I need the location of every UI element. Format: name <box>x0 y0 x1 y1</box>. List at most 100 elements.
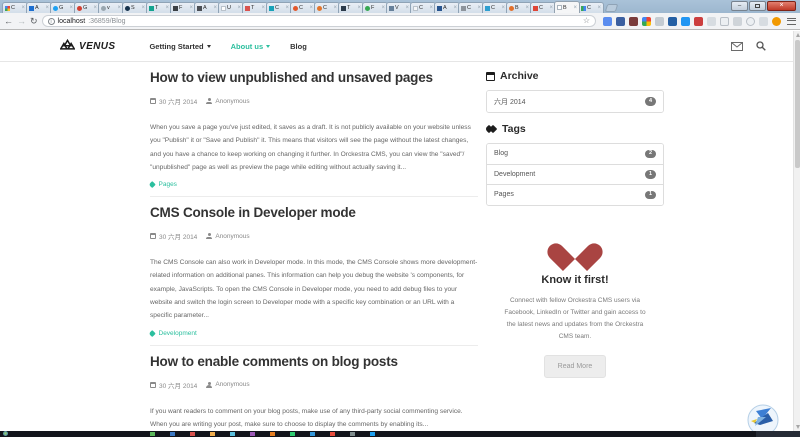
start-button[interactable] <box>3 431 8 436</box>
tag-link[interactable]: Pages <box>159 181 177 188</box>
tab-close-icon[interactable]: × <box>357 5 361 11</box>
browser-tab[interactable]: T× <box>338 2 364 13</box>
browser-tab[interactable]: G× <box>74 2 100 13</box>
browser-tab[interactable]: C× <box>314 2 340 13</box>
scroll-up-icon[interactable] <box>796 33 800 37</box>
archive-item[interactable]: 六月 20144 <box>487 91 663 112</box>
tab-close-icon[interactable]: × <box>117 5 121 11</box>
extension-icon[interactable] <box>707 17 716 26</box>
post-title-link[interactable]: CMS Console in Developer mode <box>150 205 478 220</box>
browser-menu-icon[interactable] <box>787 18 796 25</box>
browser-tab[interactable]: C× <box>410 2 436 13</box>
tab-close-icon[interactable]: × <box>261 5 265 11</box>
close-button[interactable]: × <box>767 1 796 11</box>
new-tab-button[interactable] <box>605 4 619 12</box>
taskbar-app-icon[interactable] <box>310 432 315 436</box>
extension-icon[interactable] <box>694 17 703 26</box>
browser-tab[interactable]: A× <box>194 2 220 13</box>
scroll-down-icon[interactable] <box>796 425 800 429</box>
extension-icon[interactable] <box>642 17 651 26</box>
bookmark-star-icon[interactable]: ☆ <box>583 17 590 25</box>
tab-close-icon[interactable]: × <box>309 5 313 11</box>
taskbar-app-icon[interactable] <box>350 432 355 436</box>
browser-tab[interactable]: S× <box>122 2 148 13</box>
address-bar[interactable]: i localhost :36859/Blog ☆ <box>42 15 596 27</box>
envelope-icon[interactable] <box>731 42 743 51</box>
tab-close-icon[interactable]: × <box>333 5 337 11</box>
browser-tab[interactable]: T× <box>146 2 172 13</box>
tab-close-icon[interactable]: × <box>213 5 217 11</box>
page-info-icon[interactable]: i <box>48 18 55 25</box>
browser-tab[interactable]: B× <box>506 2 532 13</box>
extension-icon[interactable] <box>629 17 638 26</box>
taskbar-app-icon[interactable] <box>270 432 275 436</box>
taskbar-app-icon[interactable] <box>250 432 255 436</box>
tab-close-icon[interactable]: × <box>501 5 505 11</box>
browser-tab[interactable]: T× <box>242 2 268 13</box>
browser-tab[interactable]: A× <box>434 2 460 13</box>
extension-icon[interactable] <box>655 17 664 26</box>
forward-icon[interactable]: → <box>17 17 26 26</box>
browser-tab[interactable]: C× <box>458 2 484 13</box>
tag-item[interactable]: Development1 <box>487 164 663 185</box>
tag-item[interactable]: Blog2 <box>487 144 663 164</box>
refresh-icon[interactable]: ↻ <box>30 17 38 26</box>
browser-tab[interactable]: F× <box>362 2 388 13</box>
tab-close-icon[interactable]: × <box>453 5 457 11</box>
tab-close-icon[interactable]: × <box>525 5 529 11</box>
tab-close-icon[interactable]: × <box>237 5 241 11</box>
taskbar-app-icon[interactable] <box>230 432 235 436</box>
taskbar-app-icon[interactable] <box>330 432 335 436</box>
tab-close-icon[interactable]: × <box>165 5 169 11</box>
extension-icon[interactable] <box>616 17 625 26</box>
tab-close-icon[interactable]: × <box>21 5 25 11</box>
system-tray[interactable] <box>756 431 800 437</box>
browser-tab[interactable]: C× <box>290 2 316 13</box>
minimize-button[interactable]: – <box>731 1 748 11</box>
browser-tab-active[interactable]: B× <box>554 1 580 13</box>
tab-close-icon[interactable]: × <box>549 5 553 11</box>
taskbar-app-icon[interactable] <box>190 432 195 436</box>
tab-close-icon[interactable]: × <box>69 5 73 11</box>
extension-icon[interactable] <box>759 17 768 26</box>
browser-tab[interactable]: C× <box>530 2 556 13</box>
nav-item-blog[interactable]: Blog <box>280 42 317 51</box>
tab-close-icon[interactable]: × <box>93 5 97 11</box>
scrollbar-thumb[interactable] <box>795 40 800 168</box>
tab-close-icon[interactable]: × <box>597 5 601 11</box>
taskbar-app-icon[interactable] <box>210 432 215 436</box>
brand-logo-link[interactable]: VENUS <box>60 39 115 53</box>
tab-close-icon[interactable]: × <box>573 5 577 11</box>
taskbar-app-icon[interactable] <box>150 432 155 436</box>
taskbar-app-icon[interactable] <box>290 432 295 436</box>
page-scrollbar[interactable] <box>793 31 800 431</box>
extension-icon[interactable] <box>681 17 690 26</box>
tab-close-icon[interactable]: × <box>141 5 145 11</box>
browser-tab[interactable]: C× <box>578 2 604 13</box>
tab-close-icon[interactable]: × <box>381 5 385 11</box>
browser-tab[interactable]: A× <box>26 2 52 13</box>
extension-icon[interactable] <box>603 17 612 26</box>
post-title-link[interactable]: How to view unpublished and unsaved page… <box>150 70 478 85</box>
browser-tab[interactable]: C× <box>482 2 508 13</box>
extension-icon[interactable] <box>668 17 677 26</box>
search-icon[interactable] <box>756 41 766 51</box>
extension-icon[interactable] <box>746 17 755 26</box>
browser-tab[interactable]: v× <box>98 2 124 13</box>
browser-tab[interactable]: V× <box>386 2 412 13</box>
tab-close-icon[interactable]: × <box>405 5 409 11</box>
tag-item[interactable]: Pages1 <box>487 184 663 205</box>
browser-tab[interactable]: C× <box>266 2 292 13</box>
tab-close-icon[interactable]: × <box>189 5 193 11</box>
taskbar-app-icon[interactable] <box>370 432 375 436</box>
browser-tab[interactable]: U× <box>218 2 244 13</box>
read-more-button[interactable]: Read More <box>544 355 607 378</box>
browser-tab[interactable]: G× <box>50 2 76 13</box>
maximize-button[interactable] <box>749 1 766 11</box>
tab-close-icon[interactable]: × <box>429 5 433 11</box>
extension-icon[interactable] <box>772 17 781 26</box>
browser-tab[interactable]: C× <box>2 2 28 13</box>
tab-close-icon[interactable]: × <box>45 5 49 11</box>
back-icon[interactable]: ← <box>4 17 13 26</box>
browser-tab[interactable]: F× <box>170 2 196 13</box>
